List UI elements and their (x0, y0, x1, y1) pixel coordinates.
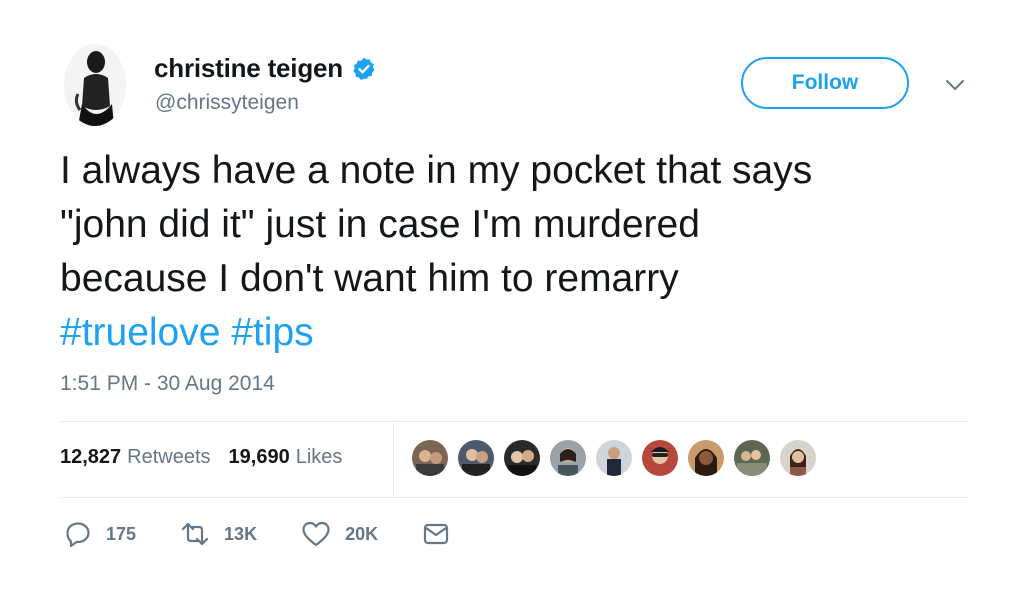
liker-avatar[interactable] (504, 440, 540, 476)
liker-avatar[interactable] (596, 440, 632, 476)
retweets-stat[interactable]: 12,827 Retweets (60, 446, 211, 469)
hashtags-line: #truelove #tips (60, 306, 960, 360)
divider (60, 421, 968, 422)
retweet-button[interactable]: 13K (180, 520, 257, 548)
direct-message-icon (422, 522, 450, 546)
liker-avatar[interactable] (688, 440, 724, 476)
hashtag-link[interactable]: #tips (231, 311, 313, 354)
retweet-icon (180, 520, 210, 548)
verified-badge-icon (351, 56, 377, 82)
tweet-timestamp[interactable]: 1:51 PM - 30 Aug 2014 (60, 372, 275, 396)
like-heart-icon (301, 520, 331, 548)
liker-avatar[interactable] (458, 440, 494, 476)
likes-label: Likes (295, 446, 343, 468)
liker-avatar[interactable] (550, 440, 586, 476)
liker-avatars (412, 440, 816, 476)
tweet-action-bar: 175 13K 20K (64, 520, 494, 548)
liker-avatar[interactable] (734, 440, 770, 476)
liker-avatar[interactable] (780, 440, 816, 476)
chevron-down-icon[interactable] (945, 78, 965, 92)
likes-count: 19,690 (228, 446, 290, 468)
likes-stat[interactable]: 19,690 Likes (229, 446, 343, 469)
author-handle[interactable]: @chrissyteigen (155, 91, 299, 115)
reply-count: 175 (106, 523, 137, 544)
tweet-text-line: because I don't want him to remarry (60, 257, 679, 300)
stats-divider (393, 423, 394, 497)
author-name[interactable]: christine teigen (154, 53, 343, 84)
direct-message-button[interactable] (422, 522, 450, 546)
tweet-text-line: "john did it" just in case I'm murdered (60, 203, 700, 246)
reply-button[interactable]: 175 (64, 520, 136, 548)
divider (60, 497, 968, 498)
like-count: 20K (345, 523, 379, 544)
hashtag-link[interactable]: #truelove (60, 311, 220, 354)
retweets-label: Retweets (127, 446, 211, 468)
tweet-text-line: I always have a note in my pocket that s… (60, 149, 813, 192)
follow-button[interactable]: Follow (741, 57, 909, 109)
retweet-count: 13K (224, 523, 258, 544)
retweets-count: 12,827 (60, 446, 122, 468)
liker-avatar[interactable] (642, 440, 678, 476)
reply-icon (64, 520, 92, 548)
avatar-image (64, 44, 126, 126)
profile-avatar[interactable] (64, 44, 126, 126)
liker-avatar[interactable] (412, 440, 448, 476)
author-name-row: christine teigen (154, 53, 377, 84)
like-button[interactable]: 20K (301, 520, 378, 548)
engagement-stats: 12,827 Retweets 19,690 Likes (60, 446, 342, 469)
tweet-text: I always have a note in my pocket that s… (60, 144, 960, 360)
